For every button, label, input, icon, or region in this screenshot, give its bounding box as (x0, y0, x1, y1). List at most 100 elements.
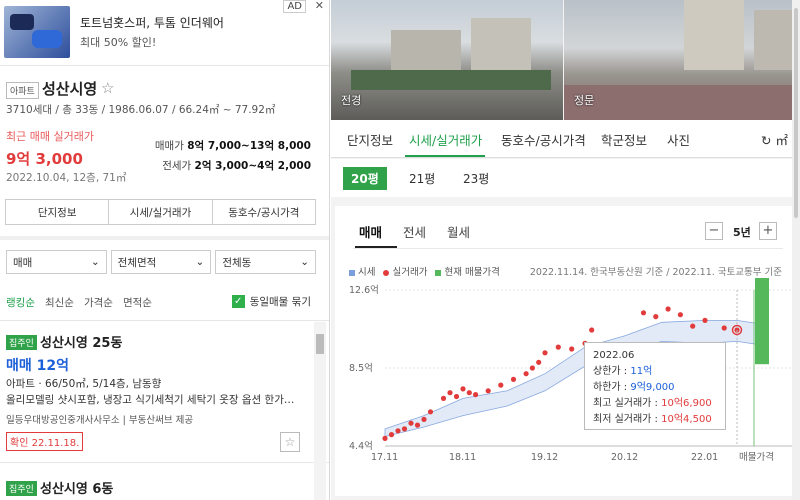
jeonse-price-range: 전세가 2억 3,000~4억 2,000 (162, 158, 311, 173)
divider (353, 248, 783, 249)
chart-source: 2022.11.14. 한국부동산원 기준 / 2022.11. 국토교통부 기… (529, 267, 782, 278)
listing-title: 성산시영 25동 (40, 336, 123, 351)
legend-deal-label: 실거래가 (392, 267, 428, 278)
tab-complex-info[interactable]: 단지정보 (5, 199, 110, 225)
deal-point (569, 346, 575, 352)
list-item[interactable]: 집주인 성산시영 6동 (0, 464, 312, 500)
tooltip-min-value: 10억4,500 (661, 414, 712, 425)
period-minus-button[interactable]: − (705, 222, 723, 240)
x-tick-label: 18.11 (449, 452, 476, 463)
size-21[interactable]: 21평 (401, 167, 443, 190)
dong-value: 전체동 (222, 256, 252, 269)
price-chart-panel: 매매 전세 월세 − 5년 + 시세 실거래가 현재 매물가격 2022.11.… (335, 206, 796, 496)
sort-area[interactable]: 면적순 (123, 295, 152, 310)
legend-swatch (435, 269, 442, 276)
tooltip-max-value: 10억6,900 (661, 398, 712, 409)
group-same-listings[interactable]: ✓ 동일매물 묶기 (231, 294, 311, 309)
building-shape (684, 0, 744, 70)
ad-banner[interactable]: 토트넘홋스퍼, 투톰 인더웨어 최대 50% 할인! AD ✕ (0, 0, 329, 66)
deal-point (447, 390, 453, 396)
photo-gate[interactable]: 정문 (564, 0, 800, 120)
deal-point (382, 435, 388, 441)
tooltip-upper-value: 11억 (630, 366, 653, 377)
jeonse-price-label: 전세가 (162, 160, 192, 172)
deal-point (395, 428, 401, 434)
star-icon[interactable]: ☆ (101, 79, 114, 97)
deal-point (414, 422, 421, 428)
tab-dong-ho[interactable]: 동호수/공시가격 (211, 199, 316, 225)
listing-spec: 아파트 · 66/50㎡, 5/14층, 남동향 (6, 378, 162, 390)
deal-point (485, 388, 491, 394)
x-tick-label: 19.12 (531, 452, 558, 463)
sort-price[interactable]: 가격순 (84, 295, 113, 310)
favorite-star-icon[interactable]: ☆ (280, 432, 300, 452)
divider (0, 320, 329, 321)
jeonse-price-value: 2억 3,000~4억 2,000 (194, 160, 311, 172)
deal-point (640, 310, 647, 316)
x-tick-label: 20.12 (611, 452, 638, 463)
owner-badge: 집주인 (6, 335, 37, 350)
deal-point (466, 390, 472, 396)
close-icon[interactable]: ✕ (315, 0, 324, 12)
period-plus-button[interactable]: + (759, 222, 777, 240)
legend-market-label: 시세 (358, 267, 376, 278)
list-item[interactable]: 집주인 성산시영 25동 매매 12억 아파트 · 66/50㎡, 5/14층,… (0, 322, 312, 462)
y-tick-label: 4.4억 (349, 440, 373, 452)
listing-agent: 일등우대방공인중개사사무소 | 부동산써브 제공 (6, 415, 194, 426)
dong-select[interactable]: 전체동 ⌄ (215, 250, 317, 274)
tab-sale[interactable]: 매매 (359, 222, 382, 241)
tooltip-lower-value: 9억9,000 (630, 382, 675, 393)
deal-point (427, 409, 434, 415)
right-scrollbar-thumb[interactable] (794, 8, 798, 218)
ad-image[interactable] (4, 6, 70, 58)
photo-caption: 전경 (341, 94, 362, 107)
photo-overview[interactable]: 전경 (331, 0, 563, 120)
owner-badge: 집주인 (6, 481, 37, 496)
legend-current-label: 현재 매물가격 (444, 267, 500, 278)
detail-nav-tabs: 단지정보 시세/실거래가 동호수/공시가격 학군정보 사진 ↻ ㎡ (331, 120, 800, 158)
tab-photos[interactable]: 사진 (667, 130, 690, 149)
tab-dong-ho-price[interactable]: 동호수/공시가격 (501, 130, 586, 149)
deal-point (542, 350, 548, 356)
size-20[interactable]: 20평 (343, 167, 387, 190)
deal-point (690, 323, 696, 329)
unit-toggle[interactable]: ↻ ㎡ (761, 130, 788, 149)
chart-legend: 시세 실거래가 현재 매물가격 (349, 264, 500, 278)
recent-deal-date: 2022.10.04, 12층, 71㎡ (6, 172, 127, 184)
legend-swatch (349, 269, 355, 276)
tab-complex-info[interactable]: 단지정보 (347, 130, 393, 149)
deal-point (388, 432, 395, 438)
sort-options: 랭킹순 최신순 가격순 면적순 (6, 295, 152, 310)
tooltip-lower-label: 하한가 : (593, 382, 628, 393)
tab-school-info[interactable]: 학군정보 (601, 130, 647, 149)
trade-type-value: 매매 (13, 256, 33, 269)
tab-price-history[interactable]: 시세/실거래가 (409, 130, 482, 149)
y-tick-label: 8.5억 (349, 362, 373, 374)
deal-point (498, 382, 504, 388)
current-listing-bar (755, 278, 769, 365)
left-panel: 토트넘홋스퍼, 투톰 인더웨어 최대 50% 할인! AD ✕ 아파트 성산시영… (0, 0, 330, 500)
tab-monthly[interactable]: 월세 (447, 222, 470, 241)
sort-latest[interactable]: 최신순 (45, 295, 74, 310)
size-23[interactable]: 23평 (455, 167, 497, 190)
road-shape (564, 85, 800, 120)
deal-point (473, 392, 479, 398)
listing-scrollbar-thumb[interactable] (316, 334, 324, 354)
tab-price[interactable]: 시세/실거래가 (108, 199, 213, 225)
area-select[interactable]: 전체면적 ⌄ (110, 250, 212, 274)
ad-title[interactable]: 토트넘홋스퍼, 투톰 인더웨어 (80, 14, 224, 31)
deal-point (529, 365, 535, 371)
trade-type-select[interactable]: 매매 ⌄ (6, 250, 107, 274)
deal-point (401, 426, 408, 432)
right-panel: 전경 정문 단지정보 시세/실거래가 동호수/공시가격 학군정보 사진 ↻ ㎡ … (331, 0, 800, 500)
sale-price-value: 8억 7,000~13억 8,000 (187, 140, 311, 152)
sort-ranking[interactable]: 랭킹순 (6, 295, 35, 310)
deal-point (536, 359, 542, 365)
checkbox-checked-icon[interactable]: ✓ (231, 295, 245, 308)
ad-subtitle: 최대 50% 할인! (80, 36, 157, 49)
tooltip-upper: 상한가 : 11억 (593, 364, 717, 380)
price-chart[interactable]: 12.6억 8.5억 4.4억17.11 18.11 19.12 20.12 22.01 매물… (335, 278, 796, 478)
tab-jeonse[interactable]: 전세 (403, 222, 426, 241)
photo-caption: 정문 (574, 94, 595, 107)
chevron-down-icon: ⌄ (300, 256, 310, 268)
